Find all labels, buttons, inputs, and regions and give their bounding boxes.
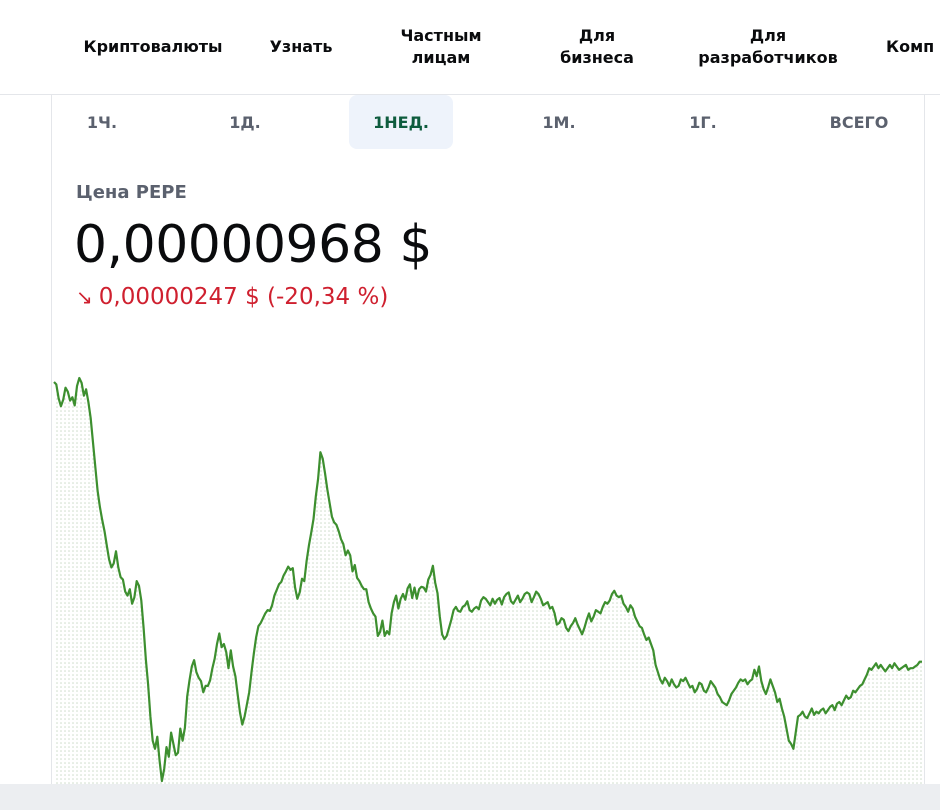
price-card: 1Ч. 1Д. 1НЕД. 1М. 1Г. ВСЕГО Цена PEPE 0,… — [51, 95, 925, 785]
price-label: Цена PEPE — [76, 182, 187, 203]
nav-learn[interactable]: Узнать — [262, 0, 340, 94]
nav-business[interactable]: Для бизнеса — [541, 0, 653, 94]
nav-cryptocurrencies[interactable]: Криптовалюты — [78, 0, 228, 94]
page: Криптовалюты Узнать Частным лицам Для би… — [0, 0, 940, 810]
tab-1d[interactable]: 1Д. — [209, 95, 281, 149]
top-navigation: Криптовалюты Узнать Частным лицам Для би… — [0, 0, 940, 95]
price-chart[interactable] — [52, 370, 925, 785]
tab-1y[interactable]: 1Г. — [667, 95, 739, 149]
price-change: ↘ 0,00000247 $ (-20,34 %) — [76, 284, 388, 310]
nav-company[interactable]: Комп — [886, 0, 940, 94]
tab-all[interactable]: ВСЕГО — [819, 95, 899, 149]
tab-1h[interactable]: 1Ч. — [66, 95, 138, 149]
tab-1w[interactable]: 1НЕД. — [349, 95, 453, 149]
arrow-down-right-icon: ↘ — [76, 285, 93, 309]
bottom-bar — [0, 784, 940, 810]
timeframe-tabs: 1Ч. 1Д. 1НЕД. 1М. 1Г. ВСЕГО — [52, 95, 924, 151]
price-value: 0,00000968 $ — [74, 215, 432, 275]
tab-1m[interactable]: 1М. — [523, 95, 595, 149]
nav-developers[interactable]: Для разработчиков — [688, 0, 848, 94]
nav-individuals[interactable]: Частным лицам — [385, 0, 497, 94]
price-change-text: 0,00000247 $ (-20,34 %) — [98, 284, 389, 310]
